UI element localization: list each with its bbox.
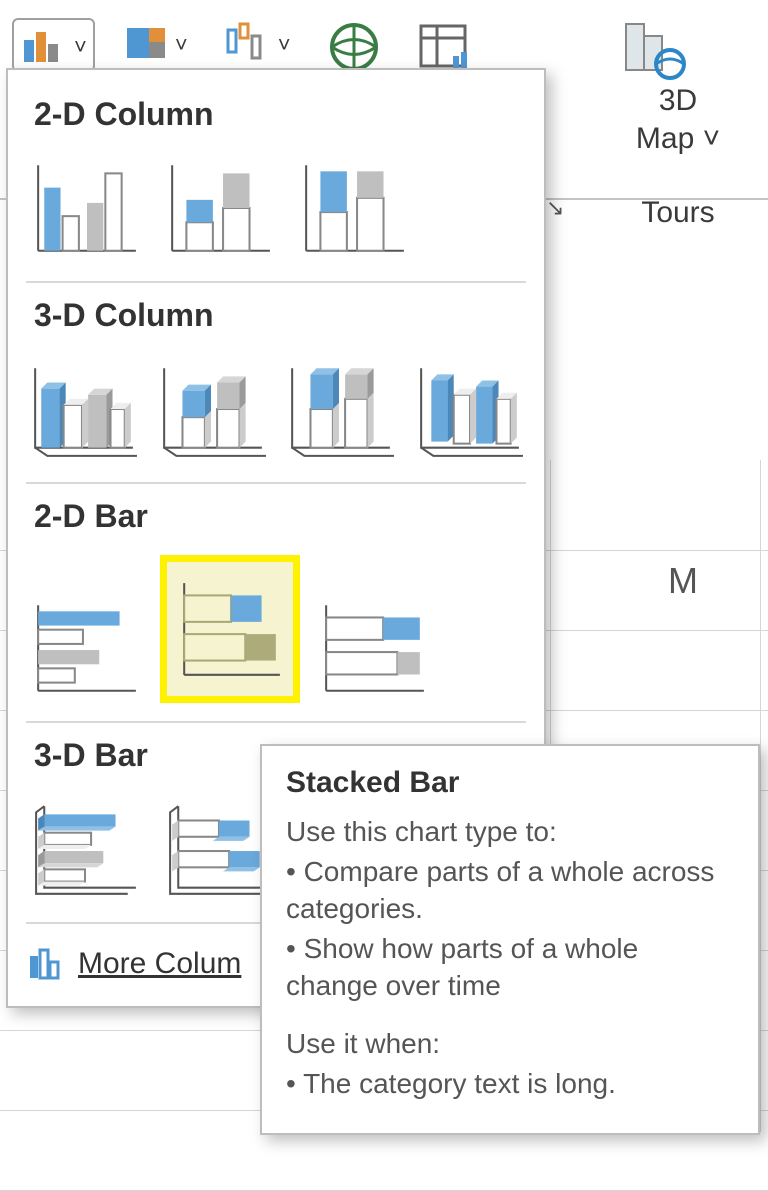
waterfall-icon [224,22,272,64]
tooltip-line: • Show how parts of a whole change over … [286,931,734,1004]
globe-icon [327,22,381,72]
tooltip-title: Stacked Bar [286,766,734,800]
more-column-charts-label: More Colum [78,947,241,981]
column-3d-button[interactable] [412,354,527,464]
stacked-column-100-3d-button[interactable] [283,354,398,464]
section-2d-bar: 2-D Bar [34,498,526,535]
group-label-tours: Tours [618,196,738,230]
clustered-column-3d-button[interactable] [26,354,141,464]
column-header-m[interactable]: M [668,560,698,602]
chevron-down-icon: ˅ [278,34,291,56]
stacked-column-3d-button[interactable] [155,354,270,464]
column-chart-icon [20,24,68,66]
pivot-chart-icon [417,22,471,72]
insert-treemap-button[interactable]: ˅ [119,18,194,68]
section-2d-column: 2-D Column [34,96,526,133]
stacked-column-100-2d-button[interactable] [294,153,414,263]
section-3d-column: 3-D Column [34,297,526,334]
stacked-bar-100-2d-button[interactable] [314,593,434,703]
clustered-bar-3d-button[interactable] [26,794,146,904]
tooltip-line: • Compare parts of a whole across catego… [286,854,734,927]
chevron-down-icon: ˅ [175,34,188,56]
insert-column-chart-button[interactable]: ˅ [12,18,95,72]
treemap-icon [125,22,169,64]
tours-group: 3D Map ˅ Tours [618,20,738,230]
chart-tooltip: Stacked Bar Use this chart type to: • Co… [260,744,760,1135]
stacked-bar-2d-button[interactable] [160,555,300,703]
3d-map-icon[interactable] [618,20,688,80]
3d-map-label[interactable]: 3D [618,84,738,118]
tooltip-line: Use it when: [286,1026,734,1062]
tooltip-line: Use this chart type to: [286,814,734,850]
stacked-column-2d-button[interactable] [160,153,280,263]
dialog-launcher-icon[interactable]: ↘ [546,195,564,221]
insert-waterfall-button[interactable]: ˅ [218,18,297,68]
tooltip-line: • The category text is long. [286,1066,734,1102]
clustered-column-2d-button[interactable] [26,153,146,263]
clustered-bar-2d-button[interactable] [26,593,146,703]
chevron-down-icon: ˅ [74,36,87,58]
column-chart-icon [26,946,66,982]
3d-map-sub[interactable]: Map ˅ [618,122,738,156]
